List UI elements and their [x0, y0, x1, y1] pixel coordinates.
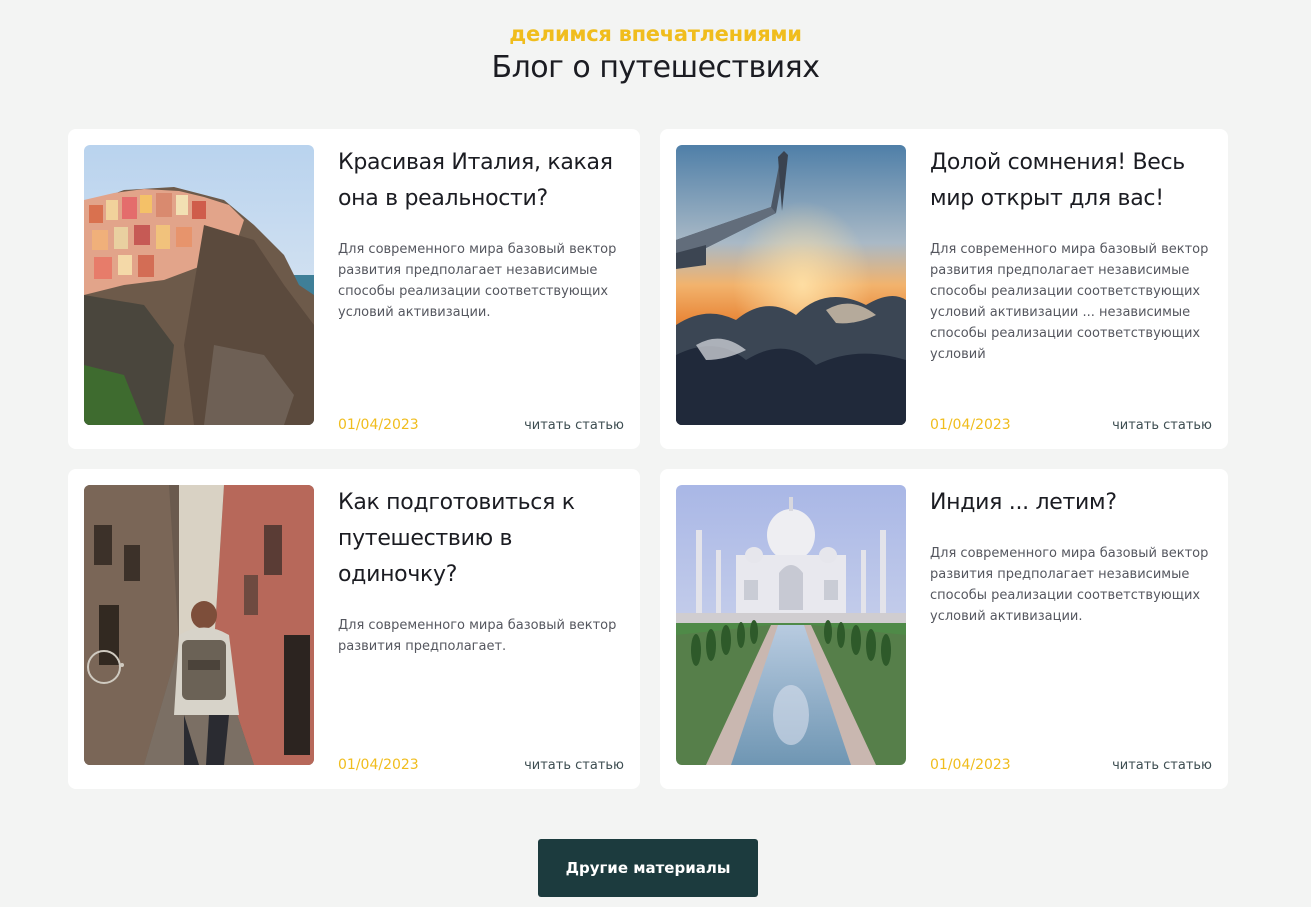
card-title[interactable]: Красивая Италия, какая она в реальности? [338, 145, 624, 217]
read-article-link[interactable]: читать статью [524, 418, 624, 433]
card-body: Красивая Италия, какая она в реальности?… [338, 145, 624, 433]
read-article-link[interactable]: читать статью [1112, 418, 1212, 433]
airplane-wing-photo[interactable] [676, 145, 906, 425]
traveler-alley-photo[interactable] [84, 485, 314, 765]
card-title[interactable]: Индия ... летим? [930, 485, 1212, 521]
italy-coast-photo[interactable] [84, 145, 314, 425]
card-body: Индия ... летим? Для современного мира б… [930, 485, 1212, 773]
section-title: Блог о путешествиях [491, 50, 820, 85]
card-body: Долой сомнения! Весь мир открыт для вас!… [930, 145, 1212, 433]
card-date: 01/04/2023 [338, 757, 419, 773]
blog-grid: Красивая Италия, какая она в реальности?… [68, 129, 1228, 789]
card-date: 01/04/2023 [930, 417, 1011, 433]
card-title[interactable]: Долой сомнения! Весь мир открыт для вас! [930, 145, 1212, 217]
card-footer: 01/04/2023 читать статью [338, 417, 624, 433]
read-article-link[interactable]: читать статью [1112, 758, 1212, 773]
section-eyebrow: делимся впечатлениями [509, 22, 802, 46]
card-title[interactable]: Как подготовиться к путешествию в одиноч… [338, 485, 624, 593]
card-excerpt: Для современного мира базовый вектор раз… [338, 242, 617, 320]
blog-card: Долой сомнения! Весь мир открыт для вас!… [660, 129, 1228, 449]
taj-mahal-photo[interactable] [676, 485, 906, 765]
blog-card: Индия ... летим? Для современного мира б… [660, 469, 1228, 789]
card-footer: 01/04/2023 читать статью [930, 417, 1212, 433]
card-excerpt: Для современного мира базовый вектор раз… [930, 242, 1209, 362]
card-footer: 01/04/2023 читать статью [338, 757, 624, 773]
card-footer: 01/04/2023 читать статью [930, 757, 1212, 773]
card-date: 01/04/2023 [338, 417, 419, 433]
blog-card: Как подготовиться к путешествию в одиноч… [68, 469, 640, 789]
read-article-link[interactable]: читать статью [524, 758, 624, 773]
card-body: Как подготовиться к путешествию в одиноч… [338, 485, 624, 773]
card-date: 01/04/2023 [930, 757, 1011, 773]
blog-card: Красивая Италия, какая она в реальности?… [68, 129, 640, 449]
blog-section-header: делимся впечатлениями Блог о путешествия… [0, 0, 1311, 88]
more-materials-button[interactable]: Другие материалы [538, 839, 758, 897]
card-excerpt: Для современного мира базовый вектор раз… [338, 618, 617, 654]
card-excerpt: Для современного мира базовый вектор раз… [930, 546, 1209, 624]
